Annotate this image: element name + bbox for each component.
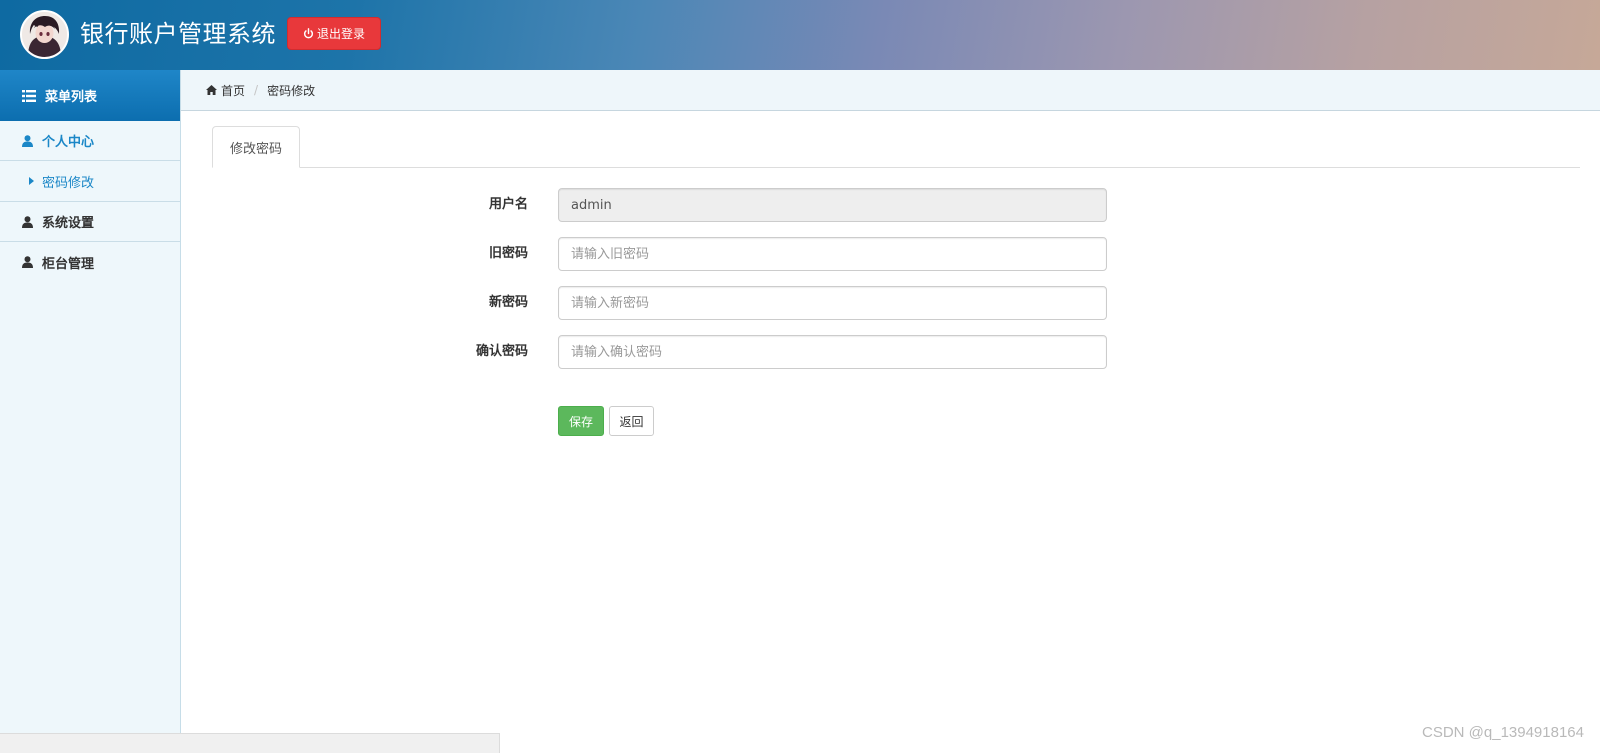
breadcrumb-home[interactable]: 首页 [206, 82, 245, 99]
old-password-label: 旧密码 [488, 246, 528, 261]
breadcrumb-home-label: 首页 [221, 83, 246, 98]
back-button[interactable]: 返回 [609, 406, 654, 436]
logout-label: 退出登录 [316, 27, 365, 41]
sidebar-item-personal-center[interactable]: 个人中心 [0, 121, 180, 161]
caret-right-icon [29, 177, 34, 185]
confirm-password-label: 确认密码 [475, 344, 528, 359]
new-password-field[interactable] [558, 286, 1107, 320]
sidebar-item-label: 密码修改 [42, 175, 95, 191]
user-icon [22, 215, 33, 228]
breadcrumb-separator: / [254, 83, 259, 97]
sidebar-item-label: 系统设置 [42, 216, 95, 231]
new-password-label: 新密码 [488, 295, 528, 310]
power-icon [303, 28, 314, 39]
tab-change-password[interactable]: 修改密码 [212, 126, 300, 168]
breadcrumb-current: 密码修改 [267, 83, 316, 98]
app-title: 银行账户管理系统 [80, 20, 276, 48]
list-icon [22, 89, 36, 102]
user-icon [22, 134, 33, 147]
save-button[interactable]: 保存 [558, 406, 604, 436]
app-header: 银行账户管理系统 退出登录 [0, 0, 1600, 70]
tab-bar: 修改密码 [212, 126, 1580, 168]
username-label: 用户名 [488, 197, 528, 212]
watermark: CSDN @q_1394918164 [1421, 724, 1584, 741]
horizontal-scrollbar[interactable] [0, 733, 500, 753]
sidebar-item-label: 柜台管理 [42, 256, 95, 272]
breadcrumb: 首页 / 密码修改 [181, 70, 1600, 111]
old-password-field[interactable] [558, 237, 1107, 271]
logout-button[interactable]: 退出登录 [287, 17, 381, 50]
sidebar-item-change-password[interactable]: 密码修改 [0, 161, 180, 202]
user-avatar[interactable] [20, 10, 69, 59]
sidebar-item-counter-management[interactable]: 柜台管理 [0, 242, 180, 282]
sidebar-heading-label: 菜单列表 [45, 90, 98, 105]
sidebar-item-system-settings[interactable]: 系统设置 [0, 202, 180, 242]
user-icon [22, 256, 33, 268]
sidebar-item-label: 个人中心 [42, 135, 95, 150]
sidebar-heading: 菜单列表 [0, 70, 180, 121]
home-icon [206, 85, 217, 95]
sidebar: 菜单列表 个人中心 密码修改 系统设置 柜台管理 [0, 70, 181, 733]
username-field[interactable] [558, 188, 1107, 222]
confirm-password-field[interactable] [558, 335, 1107, 369]
